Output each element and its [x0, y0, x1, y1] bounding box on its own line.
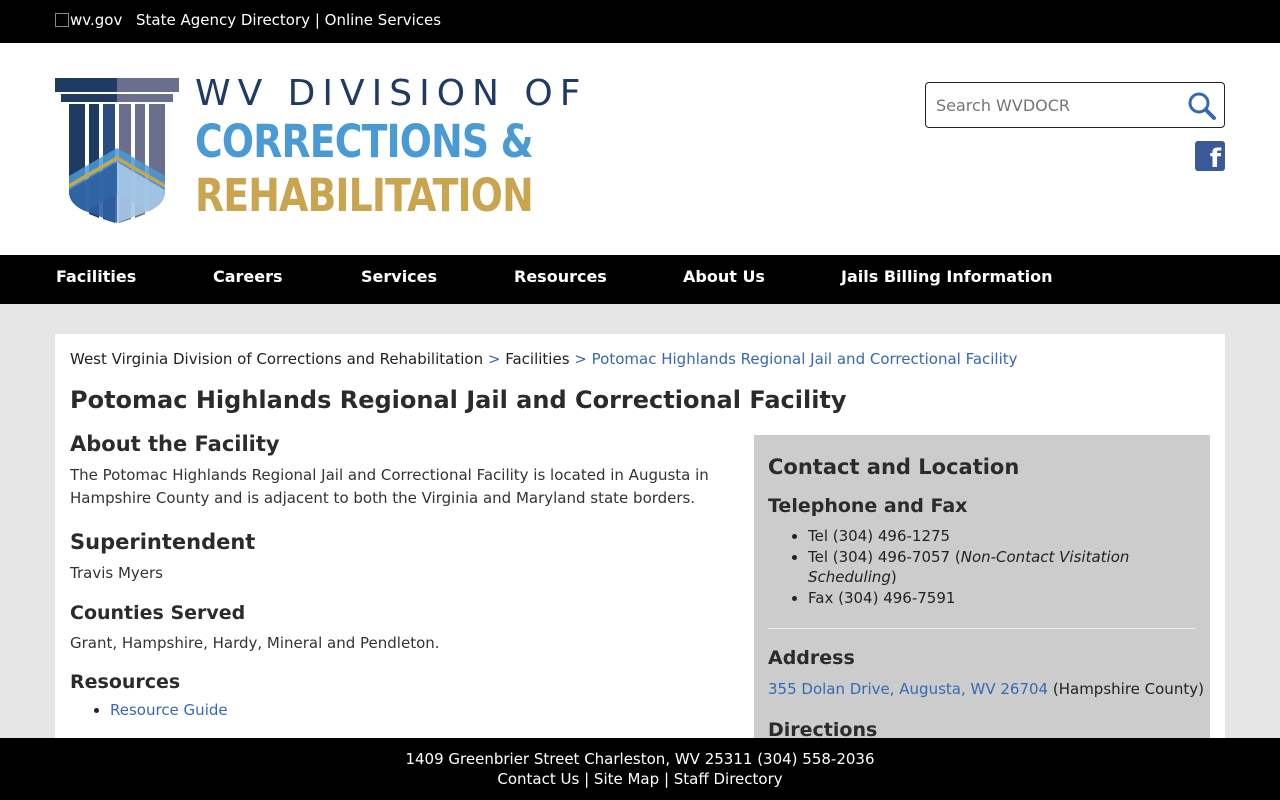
search-box	[925, 82, 1225, 128]
pillar-shield-icon	[55, 78, 179, 223]
breadcrumb-facilities[interactable]: Facilities	[505, 350, 569, 368]
top-links-separator: |	[314, 11, 320, 29]
logo-line-rehabilitation: REHABILITATION	[195, 169, 534, 222]
address-county: (Hampshire County)	[1052, 680, 1204, 698]
site-footer: 1409 Greenbrier Street Charleston, WV 25…	[0, 738, 1280, 800]
address: 355 Dolan Drive, Augusta, WV 26704 (Hamp…	[768, 680, 1204, 698]
contact-heading: Contact and Location	[768, 455, 1020, 479]
main-nav: Facilities Careers Services Resources Ab…	[0, 255, 1280, 304]
resources-list: Resource Guide	[110, 701, 730, 719]
footer-links: Contact Us | Site Map | Staff Directory	[0, 770, 1280, 788]
resource-guide-link[interactable]: Resource Guide	[110, 701, 228, 719]
logo-line-corrections: CORRECTIONS &	[195, 115, 534, 168]
top-bar: wv.gov State Agency Directory | Online S…	[0, 0, 1280, 43]
nav-item-facilities[interactable]: Facilities	[56, 267, 136, 286]
logo-line-division: WV DIVISION OF	[195, 73, 588, 114]
breadcrumb-separator: >	[574, 350, 587, 368]
staff-directory-link[interactable]: Staff Directory	[674, 770, 783, 788]
broken-image-icon	[55, 13, 69, 27]
facebook-icon[interactable]: f	[1195, 141, 1225, 171]
nav-item-jails-billing[interactable]: Jails Billing Information	[841, 267, 1053, 286]
superintendent-heading: Superintendent	[70, 530, 256, 554]
telephone-heading: Telephone and Fax	[768, 495, 968, 517]
counties-heading: Counties Served	[70, 602, 246, 624]
list-item: Tel (304) 496-7057 (Non-Contact Visitati…	[808, 547, 1168, 588]
main-content: West Virginia Division of Corrections an…	[55, 334, 1225, 800]
nav-item-resources[interactable]: Resources	[514, 267, 607, 286]
superintendent-name: Travis Myers	[70, 564, 163, 582]
list-item: Tel (304) 496-1275	[808, 526, 1168, 547]
divider	[768, 628, 1196, 629]
footer-address: 1409 Greenbrier Street Charleston, WV 25…	[405, 750, 875, 768]
contact-us-link[interactable]: Contact Us	[497, 770, 579, 788]
breadcrumb-current: Potomac Highlands Regional Jail and Corr…	[591, 350, 1018, 368]
search-icon[interactable]	[1186, 90, 1218, 122]
address-heading: Address	[768, 647, 855, 669]
nav-item-careers[interactable]: Careers	[213, 267, 283, 286]
site-header: WV DIVISION OF CORRECTIONS & REHABILITAT…	[0, 43, 1280, 255]
resources-heading: Resources	[70, 671, 181, 693]
online-services-link[interactable]: Online Services	[325, 11, 441, 29]
wvdocr-logo[interactable]: WV DIVISION OF CORRECTIONS & REHABILITAT…	[55, 76, 580, 226]
agency-directory-link[interactable]: State Agency Directory	[136, 11, 310, 29]
footer-separator: |	[584, 770, 590, 788]
search-input[interactable]	[936, 93, 1176, 117]
about-heading: About the Facility	[70, 432, 280, 456]
counties-text: Grant, Hampshire, Hardy, Mineral and Pen…	[70, 634, 440, 652]
list-item: Resource Guide	[110, 701, 730, 719]
logo-text: WV DIVISION OF CORRECTIONS & REHABILITAT…	[195, 76, 597, 222]
wv-gov-logo-alt: wv.gov	[70, 11, 123, 29]
breadcrumb-home[interactable]: West Virginia Division of Corrections an…	[70, 350, 483, 368]
tel2-prefix: Tel (304) 496-7057 (	[808, 547, 961, 566]
about-text: The Potomac Highlands Regional Jail and …	[70, 466, 709, 507]
footer-separator: |	[663, 770, 669, 788]
wv-gov-logo-link[interactable]: wv.gov	[55, 11, 122, 29]
address-link[interactable]: 355 Dolan Drive, Augusta, WV 26704	[768, 680, 1048, 698]
nav-item-about-us[interactable]: About Us	[683, 267, 765, 286]
main-column: About the Facility The Potomac Highlands…	[70, 432, 730, 719]
breadcrumb-separator: >	[487, 350, 501, 368]
list-item: Fax (304) 496-7591	[808, 588, 1168, 609]
breadcrumb: West Virginia Division of Corrections an…	[70, 350, 1018, 368]
page-title: Potomac Highlands Regional Jail and Corr…	[70, 386, 847, 414]
tel2-suffix: )	[890, 568, 897, 586]
phone-list: Tel (304) 496-1275 Tel (304) 496-7057 (N…	[808, 526, 1168, 608]
top-links: State Agency Directory | Online Services	[136, 11, 441, 29]
site-map-link[interactable]: Site Map	[594, 770, 659, 788]
nav-item-services[interactable]: Services	[361, 267, 437, 286]
